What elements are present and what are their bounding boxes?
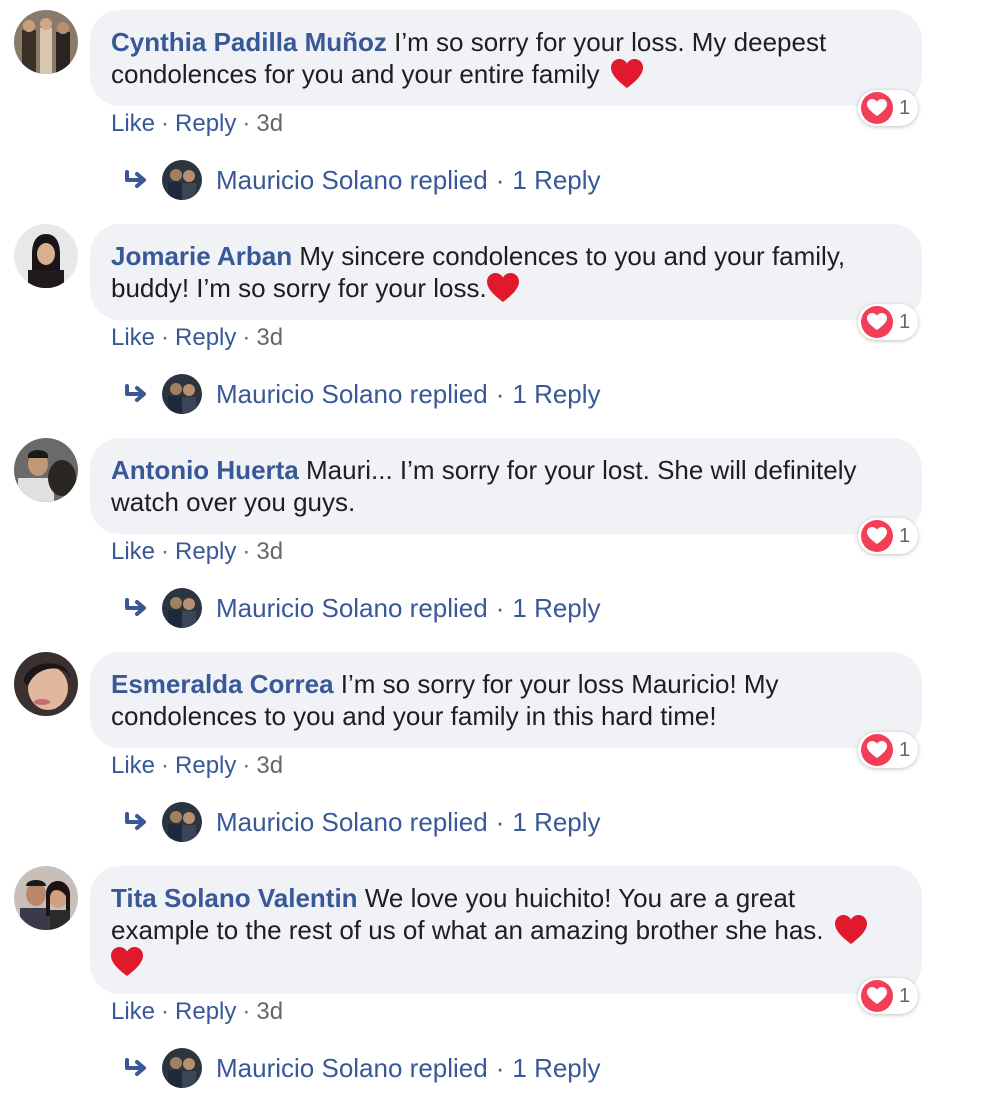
replied-by-text[interactable]: Mauricio Solano replied <box>216 593 488 624</box>
love-reaction-badge[interactable]: 1 <box>858 518 918 554</box>
reply-count[interactable]: 1 Reply <box>512 1053 600 1084</box>
replier-avatar <box>162 1048 202 1088</box>
reply-count[interactable]: 1 Reply <box>512 165 600 196</box>
reply-arrow-icon <box>124 597 150 619</box>
like-link[interactable]: Like <box>111 110 155 137</box>
view-replies-link[interactable]: Mauricio Solano replied · 1 Reply <box>124 802 601 842</box>
comment-actions: Like · Reply · 3d <box>111 998 283 1026</box>
separator-dot: · <box>495 164 505 195</box>
comment-bubble: Cynthia Padilla Muñoz I’m so sorry for y… <box>90 10 922 106</box>
love-reaction-icon <box>861 734 893 766</box>
comment: Esmeralda Correa I’m so sorry for your l… <box>0 642 984 856</box>
separator-dot: · <box>242 538 251 565</box>
reply-count[interactable]: 1 Reply <box>512 593 600 624</box>
reaction-count: 1 <box>899 984 911 1007</box>
separator-dot: · <box>161 538 170 565</box>
comment-timestamp[interactable]: 3d <box>256 538 283 565</box>
like-link[interactable]: Like <box>111 324 155 351</box>
avatar[interactable] <box>14 652 78 716</box>
separator-dot: · <box>242 110 251 137</box>
replier-avatar <box>162 802 202 842</box>
view-replies-link[interactable]: Mauricio Solano replied · 1 Reply <box>124 374 601 414</box>
separator-dot: · <box>495 378 505 409</box>
comment-author[interactable]: Esmeralda Correa <box>111 669 334 699</box>
replier-avatar <box>162 588 202 628</box>
separator-dot: · <box>242 752 251 779</box>
comment: Antonio Huerta Mauri... I’m sorry for yo… <box>0 428 984 642</box>
view-replies-link[interactable]: Mauricio Solano replied · 1 Reply <box>124 588 601 628</box>
red-heart-emoji-icon <box>111 947 143 977</box>
avatar[interactable] <box>14 866 78 930</box>
comment-bubble: Jomarie Arban My sincere condolences to … <box>90 224 922 320</box>
love-reaction-badge[interactable]: 1 <box>858 304 918 340</box>
separator-dot: · <box>161 998 170 1025</box>
comment-bubble: Esmeralda Correa I’m so sorry for your l… <box>90 652 922 748</box>
love-reaction-icon <box>861 92 893 124</box>
reply-arrow-icon <box>124 811 150 833</box>
reaction-count: 1 <box>899 524 911 547</box>
comment-timestamp[interactable]: 3d <box>256 324 283 351</box>
comment-author[interactable]: Jomarie Arban <box>111 241 292 271</box>
comment-author[interactable]: Cynthia Padilla Muñoz <box>111 27 387 57</box>
comment-actions: Like · Reply · 3d <box>111 752 283 780</box>
comment-bubble: Antonio Huerta Mauri... I’m sorry for yo… <box>90 438 922 534</box>
view-replies-link[interactable]: Mauricio Solano replied · 1 Reply <box>124 1048 601 1088</box>
reply-count[interactable]: 1 Reply <box>512 379 600 410</box>
comment-actions: Like · Reply · 3d <box>111 538 283 566</box>
reply-link[interactable]: Reply <box>175 324 236 351</box>
separator-dot: · <box>161 324 170 351</box>
avatar[interactable] <box>14 438 78 502</box>
red-heart-emoji-icon <box>486 273 519 303</box>
separator-dot: · <box>161 110 170 137</box>
love-reaction-icon <box>861 980 893 1012</box>
comment-author[interactable]: Tita Solano Valentin <box>111 883 358 913</box>
comment-author[interactable]: Antonio Huerta <box>111 455 299 485</box>
replied-by-text[interactable]: Mauricio Solano replied <box>216 807 488 838</box>
comment-timestamp[interactable]: 3d <box>256 998 283 1025</box>
reply-link[interactable]: Reply <box>175 110 236 137</box>
like-link[interactable]: Like <box>111 752 155 779</box>
comment: Tita Solano Valentin We love you huichit… <box>0 856 984 1102</box>
like-link[interactable]: Like <box>111 538 155 565</box>
reply-arrow-icon <box>124 1057 150 1079</box>
comment: Cynthia Padilla Muñoz I’m so sorry for y… <box>0 0 984 214</box>
red-heart-emoji-icon <box>610 59 643 89</box>
comment-actions: Like · Reply · 3d <box>111 110 283 138</box>
replied-by-text[interactable]: Mauricio Solano replied <box>216 165 488 196</box>
reply-count[interactable]: 1 Reply <box>512 807 600 838</box>
reaction-count: 1 <box>899 310 911 333</box>
red-heart-emoji-icon <box>834 915 867 945</box>
replier-avatar <box>162 160 202 200</box>
separator-dot: · <box>242 998 251 1025</box>
comment: Jomarie Arban My sincere condolences to … <box>0 214 984 428</box>
replier-avatar <box>162 374 202 414</box>
separator-dot: · <box>495 592 505 623</box>
comment-timestamp[interactable]: 3d <box>256 752 283 779</box>
view-replies-link[interactable]: Mauricio Solano replied · 1 Reply <box>124 160 601 200</box>
reply-arrow-icon <box>124 383 150 405</box>
reply-link[interactable]: Reply <box>175 538 236 565</box>
reply-arrow-icon <box>124 169 150 191</box>
like-link[interactable]: Like <box>111 998 155 1025</box>
separator-dot: · <box>495 1052 505 1083</box>
reply-link[interactable]: Reply <box>175 998 236 1025</box>
reaction-count: 1 <box>899 738 911 761</box>
love-reaction-icon <box>861 520 893 552</box>
separator-dot: · <box>495 806 505 837</box>
separator-dot: · <box>242 324 251 351</box>
comment-bubble: Tita Solano Valentin We love you huichit… <box>90 866 922 994</box>
avatar[interactable] <box>14 10 78 74</box>
reaction-count: 1 <box>899 96 911 119</box>
reply-link[interactable]: Reply <box>175 752 236 779</box>
avatar[interactable] <box>14 224 78 288</box>
love-reaction-badge[interactable]: 1 <box>858 978 918 1014</box>
comment-actions: Like · Reply · 3d <box>111 324 283 352</box>
love-reaction-icon <box>861 306 893 338</box>
love-reaction-badge[interactable]: 1 <box>858 90 918 126</box>
comment-timestamp[interactable]: 3d <box>256 110 283 137</box>
replied-by-text[interactable]: Mauricio Solano replied <box>216 379 488 410</box>
separator-dot: · <box>161 752 170 779</box>
love-reaction-badge[interactable]: 1 <box>858 732 918 768</box>
replied-by-text[interactable]: Mauricio Solano replied <box>216 1053 488 1084</box>
